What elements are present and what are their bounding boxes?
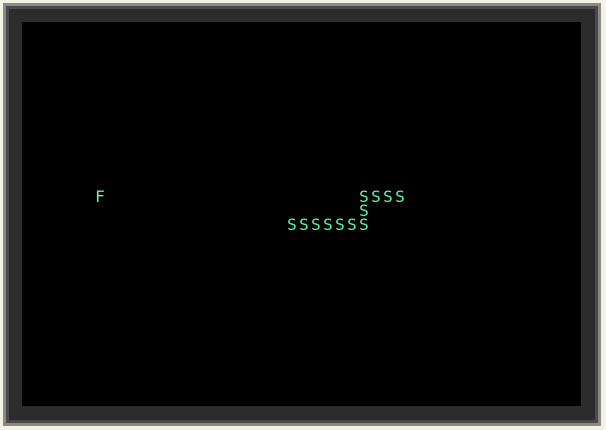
food-item: F (95, 187, 105, 206)
game-screen[interactable]: FSSSSSSSSSSSS (22, 22, 581, 406)
snake-segment: S (347, 215, 357, 234)
snake-segment: S (383, 187, 393, 206)
snake-head: S (395, 187, 405, 206)
snake-segment: S (287, 215, 297, 234)
snake-segment: S (299, 215, 309, 234)
snake-segment: S (335, 215, 345, 234)
snake-segment: S (371, 187, 381, 206)
snake-segment: S (311, 215, 321, 234)
snake-segment: S (359, 215, 369, 234)
game-window: FSSSSSSSSSSSS (0, 0, 606, 430)
snake-segment: S (323, 215, 333, 234)
